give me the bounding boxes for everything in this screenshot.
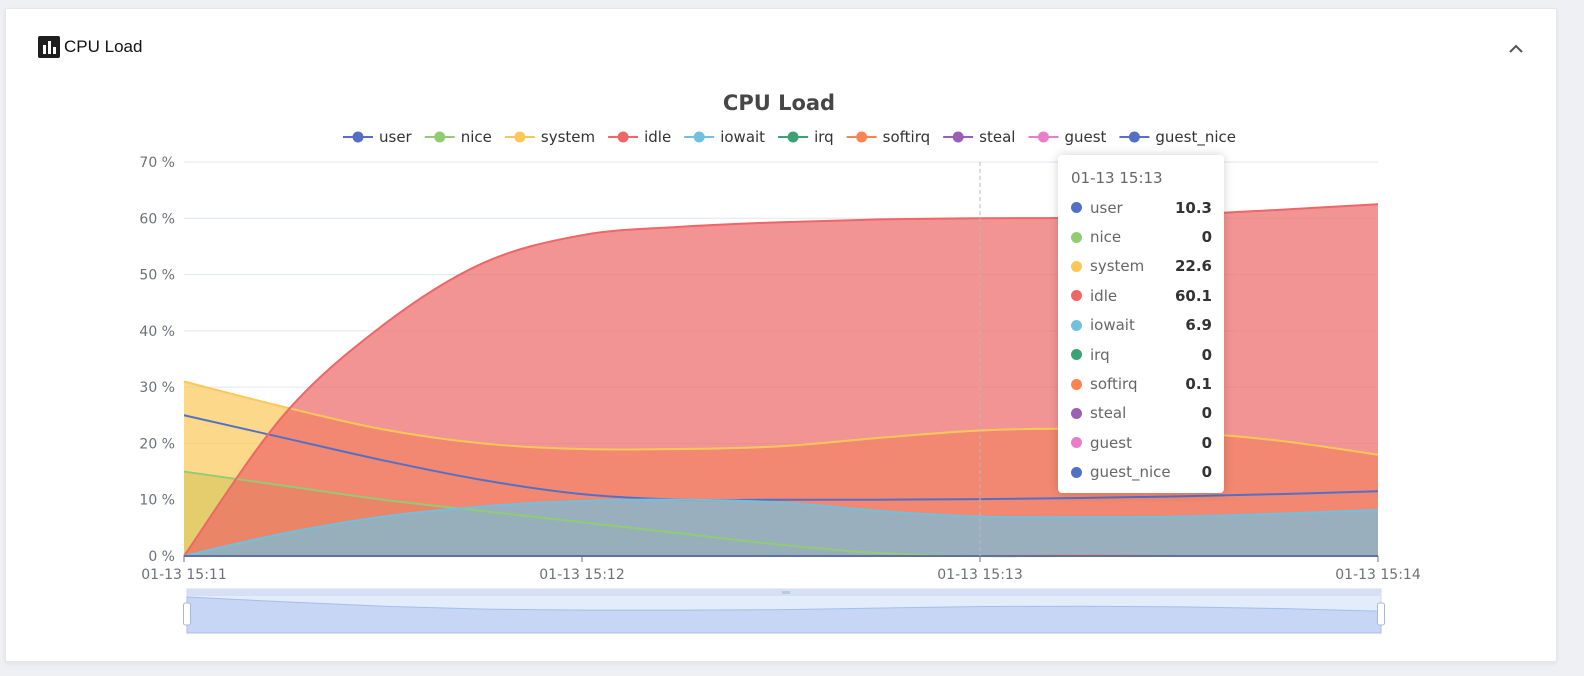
tooltip-series-value: 0: [1201, 228, 1212, 247]
legend-item-steal[interactable]: steal: [943, 128, 1015, 146]
tooltip-row-steal: steal 0: [1071, 399, 1212, 428]
tooltip-title: 01-13 15:13: [1071, 169, 1163, 187]
tooltip-marker: [1071, 378, 1082, 390]
legend-dot: [352, 131, 364, 143]
x-tick-label: 01-13 15:12: [539, 567, 624, 583]
legend-label: softirq: [883, 128, 930, 146]
legend-dot: [617, 131, 629, 143]
legend-dot: [952, 131, 964, 143]
tooltip-series-value: 0.1: [1185, 375, 1212, 394]
tooltip-series-value: 0: [1201, 433, 1212, 452]
zoom-handle-start[interactable]: [183, 602, 191, 626]
tooltip-row-iowait: iowait 6.9: [1071, 311, 1212, 340]
y-tick-label: 40 %: [139, 324, 175, 340]
x-tick-label: 01-13 15:14: [1335, 567, 1421, 583]
tooltip-row-irq: irq 0: [1071, 340, 1212, 369]
legend-label: user: [379, 128, 413, 146]
legend-label: nice: [461, 128, 492, 146]
legend-dot: [1128, 131, 1140, 143]
tooltip-series-name: steal: [1090, 404, 1127, 423]
cpu-load-card: CPU Load 0 % 10 % 20 % 30 % 40 % 50 % 60 % 70 %…: [5, 8, 1557, 662]
chart-title: CPU Load: [723, 91, 835, 115]
tooltip-series-value: 60.1: [1174, 286, 1212, 305]
tooltip-row-idle: idle 60.1: [1071, 281, 1212, 310]
tooltip-marker: [1071, 260, 1082, 272]
tooltip-row-guest_nice: guest_nice 0: [1071, 458, 1212, 487]
tooltip-marker: [1071, 466, 1082, 478]
legend-dot: [787, 131, 799, 143]
legend-label: guest_nice: [1155, 128, 1236, 147]
tooltip-series-name: user: [1090, 198, 1123, 217]
tooltip-series-name: guest_nice: [1090, 463, 1171, 482]
tooltip-series-value: 10.3: [1174, 198, 1212, 217]
y-tick-label: 30 %: [139, 380, 175, 396]
tooltip-series-name: irq: [1090, 345, 1110, 364]
x-tick-label: 01-13 15:13: [937, 567, 1022, 583]
legend-item-guest_nice[interactable]: guest_nice: [1119, 128, 1236, 147]
tooltip-series-value: 0: [1201, 345, 1212, 364]
tooltip-series-value: 0: [1201, 463, 1212, 482]
tooltip-series-value: 0: [1201, 404, 1212, 423]
tooltip-series-value: 22.6: [1174, 257, 1212, 276]
legend-item-system[interactable]: system: [504, 128, 595, 146]
y-tick-label: 0 %: [148, 549, 175, 565]
tooltip-marker: [1071, 407, 1082, 419]
legend-item-user[interactable]: user: [343, 128, 413, 146]
legend-item-guest[interactable]: guest: [1028, 128, 1107, 146]
legend-label: iowait: [720, 128, 765, 146]
x-tick-label: 01-13 15:11: [141, 567, 226, 583]
tooltip-series-name: idle: [1090, 286, 1118, 305]
legend-dot: [434, 131, 446, 143]
legend-label: guest: [1064, 128, 1106, 146]
tooltip-series-name: iowait: [1090, 316, 1135, 335]
legend-item-nice[interactable]: nice: [424, 128, 492, 146]
zoom-handle-end[interactable]: [1377, 602, 1385, 626]
tooltip-series-name: system: [1090, 257, 1145, 276]
tooltip-series-name: guest: [1090, 433, 1132, 452]
tooltip-marker: [1071, 437, 1082, 449]
tooltip-marker: [1071, 231, 1082, 243]
tooltip-marker: [1071, 290, 1082, 302]
tooltip-marker: [1071, 349, 1082, 361]
y-tick-label: 50 %: [139, 268, 175, 284]
tooltip-row-guest: guest 0: [1071, 428, 1212, 457]
legend-label: steal: [979, 128, 1015, 146]
legend-dot: [1037, 131, 1049, 143]
legend-label: system: [541, 128, 595, 146]
y-tick-label: 70 %: [139, 155, 175, 171]
tooltip-marker: [1071, 202, 1082, 214]
chart-tooltip: 01-13 15:13 user 10.3 nice 0 system 22.6 idle 6…: [1058, 155, 1224, 493]
legend-item-idle[interactable]: idle: [608, 128, 671, 146]
legend-dot: [856, 131, 868, 143]
tooltip-row-nice: nice 0: [1071, 222, 1212, 251]
y-tick-label: 20 %: [139, 436, 175, 452]
y-tick-label: 10 %: [139, 493, 175, 509]
legend-item-iowait[interactable]: iowait: [684, 128, 765, 146]
tooltip-series-name: nice: [1090, 228, 1122, 247]
zoom-move-grip[interactable]: [782, 591, 790, 594]
legend-label: idle: [644, 128, 671, 146]
y-tick-label: 60 %: [139, 211, 175, 227]
legend-dot: [514, 131, 526, 143]
legend-item-softirq[interactable]: softirq: [846, 128, 930, 146]
tooltip-series-value: 6.9: [1185, 316, 1212, 335]
tooltip-marker: [1071, 319, 1082, 331]
tooltip-row-softirq: softirq 0.1: [1071, 369, 1212, 398]
tooltip-row-system: system 22.6: [1071, 252, 1212, 281]
legend-label: irq: [814, 128, 834, 146]
cpu-load-chart: 0 % 10 % 20 % 30 % 40 % 50 % 60 % 70 % 01-13 15:…: [139, 91, 1421, 634]
tooltip-series-name: softirq: [1090, 375, 1138, 394]
legend-dot: [693, 131, 705, 143]
tooltip-row-user: user 10.3: [1071, 193, 1212, 222]
legend-item-irq[interactable]: irq: [778, 128, 834, 146]
